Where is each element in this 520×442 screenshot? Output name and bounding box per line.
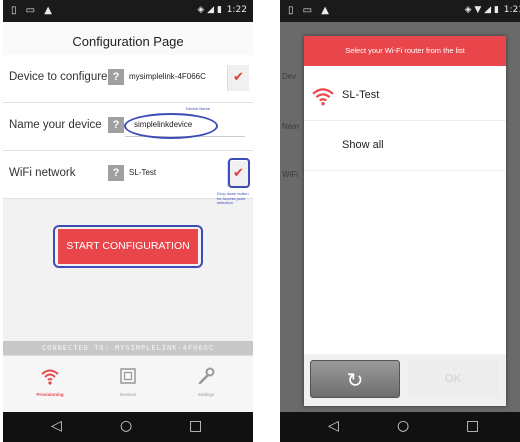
system-status-icons: ◈ ◢ ▮ 1:22 <box>197 5 247 15</box>
help-icon[interactable]: ? <box>108 117 124 133</box>
help-icon[interactable]: ? <box>108 69 124 85</box>
bottom-tab-bar: Provisioning Devices Settings <box>3 355 253 412</box>
android-nav-bar: ◁ ○ □ <box>3 412 253 442</box>
tab-devices-label: Devices <box>119 392 136 397</box>
notification-icons: ▯ ▭ ▲ <box>11 5 55 16</box>
network-name: SL-Test <box>342 89 380 101</box>
wifi-network-row: WiFi network ? SL-Test ✔ <box>3 151 253 199</box>
back-icon[interactable]: ◁ <box>328 418 339 434</box>
device-icon <box>120 368 136 384</box>
home-icon[interactable]: ○ <box>120 418 132 434</box>
device-to-configure-value[interactable]: mysimplelink-4F066C <box>129 72 206 81</box>
notification-icons: ▯ ▭ ▲ <box>288 5 332 16</box>
network-item-sl-test[interactable]: SL-Test <box>304 76 506 121</box>
wifi-icon <box>312 88 334 106</box>
tab-settings[interactable]: Settings <box>171 356 241 413</box>
configuration-screen: ▯ ▭ ▲ ◈ ◢ ▮ 1:22 Configuration Page Devi… <box>3 0 253 442</box>
wifi-selection-screen: ▯ ▭ ▲ ◈ ▼ ◢ ▮ 1:21 Dev Nam WiFi Select y… <box>280 0 520 442</box>
recent-apps-icon[interactable]: □ <box>466 418 479 434</box>
wifi-icon <box>41 369 59 385</box>
android-nav-bar: ◁ ○ □ <box>280 412 520 442</box>
signal-battery-icons: ◈ ▼ ◢ ▮ <box>464 5 499 15</box>
signal-battery-icons: ◈ ◢ ▮ <box>197 5 222 15</box>
device-to-configure-label: Device to configure <box>9 71 108 83</box>
wifi-network-value[interactable]: SL-Test <box>129 168 156 177</box>
dialog-title: Select your Wi-Fi router from the list <box>304 36 506 66</box>
show-all-networks-item[interactable]: Show all <box>304 126 506 171</box>
status-bar: ▯ ▭ ▲ ◈ ◢ ▮ 1:22 <box>3 0 253 22</box>
status-bar: ▯ ▭ ▲ ◈ ▼ ◢ ▮ 1:21 <box>280 0 520 22</box>
wifi-dropdown-annotation: Drop down button for Access point select… <box>217 191 249 205</box>
status-time: 1:21 <box>503 5 520 15</box>
start-configuration-button[interactable]: START CONFIGURATION <box>58 229 198 264</box>
system-status-icons: ◈ ▼ ◢ ▮ 1:21 <box>465 5 520 15</box>
wifi-dropdown-highlight <box>228 158 250 188</box>
tab-provisioning[interactable]: Provisioning <box>15 356 85 413</box>
device-name-highlight <box>124 113 218 139</box>
help-icon[interactable]: ? <box>108 165 124 181</box>
device-to-configure-row: Device to configure ? mysimplelink-4F066… <box>3 55 253 103</box>
connection-status-bar: CONNECTED TO: MYSIMPLELINK-4F066C <box>3 341 253 355</box>
recent-apps-icon[interactable]: □ <box>189 418 202 434</box>
wifi-network-label: WiFi network <box>9 167 76 179</box>
tab-settings-label: Settings <box>197 392 215 397</box>
tab-provisioning-label: Provisioning <box>36 392 64 397</box>
show-all-label: Show all <box>342 139 384 151</box>
name-your-device-label: Name your device <box>9 119 102 131</box>
wrench-icon <box>198 367 215 385</box>
device-dropdown-button[interactable]: ✔ <box>227 65 249 91</box>
wifi-router-dialog: Select your Wi-Fi router from the list S… <box>304 36 506 406</box>
ok-button[interactable]: OK <box>408 360 498 398</box>
status-time: 1:22 <box>226 5 247 15</box>
home-icon[interactable]: ○ <box>397 418 409 434</box>
refresh-button[interactable]: ↻ <box>310 360 400 398</box>
back-icon[interactable]: ◁ <box>51 418 62 434</box>
name-your-device-row: Name your device ? simplelinkdevice Devi… <box>3 103 253 151</box>
tab-devices[interactable]: Devices <box>93 356 163 413</box>
device-name-annotation: Device Name <box>186 106 211 111</box>
dialog-footer: ↻ OK <box>304 354 506 406</box>
